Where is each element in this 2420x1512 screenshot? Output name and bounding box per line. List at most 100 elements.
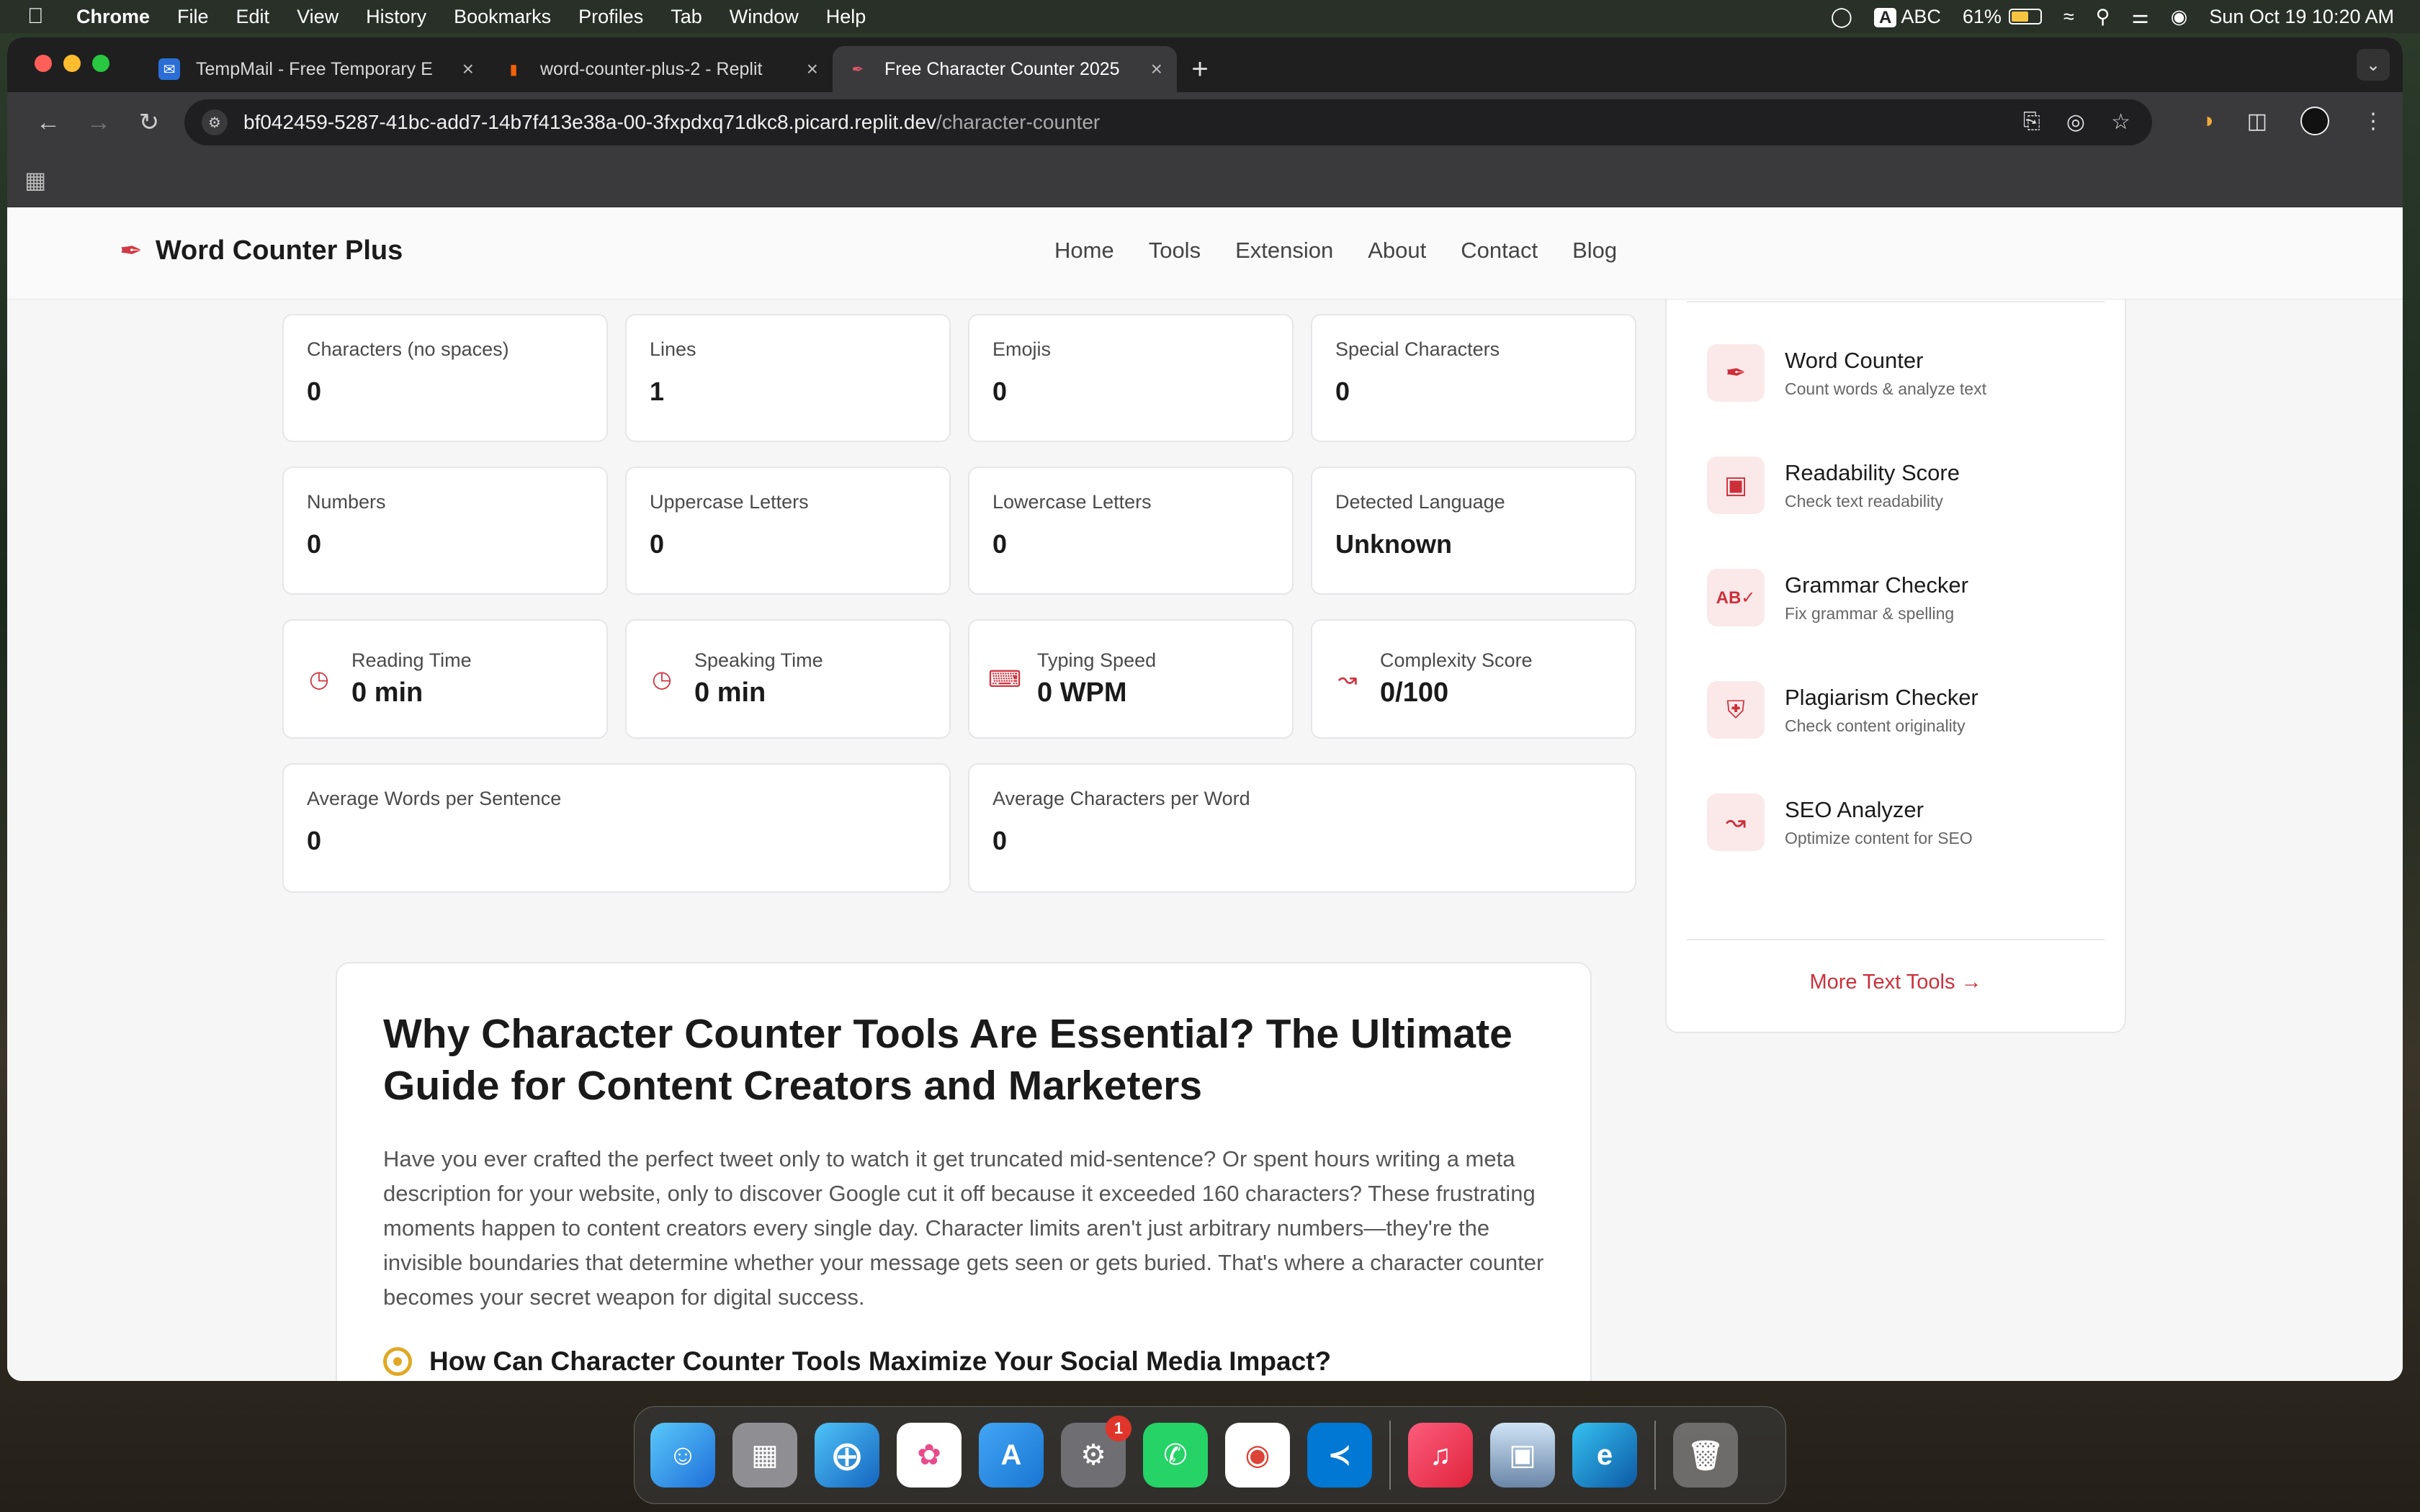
sidebar-tool-grammar-checker[interactable]: AB✓ Grammar Checker Fix grammar & spelli…: [1707, 569, 1968, 626]
back-button[interactable]: ←: [23, 109, 73, 137]
stat-value: 0: [992, 377, 1008, 406]
divider: [1687, 939, 2105, 940]
stat-card-lowercase-letters: Lowercase Letters 0: [968, 467, 1294, 595]
safari-icon[interactable]: ⨁: [815, 1423, 879, 1488]
spotlight-icon[interactable]: ⚲: [2096, 6, 2110, 28]
install-app-icon[interactable]: ⎘: [2023, 109, 2040, 135]
menu-window[interactable]: Window: [730, 6, 799, 28]
minimize-window-button[interactable]: [63, 55, 81, 72]
menu-help[interactable]: Help: [826, 6, 866, 28]
site-nav: Home Tools Extension About Contact Blog: [1054, 238, 1617, 264]
bookmark-star-icon[interactable]: ☆: [2111, 109, 2130, 135]
puzzle-icon[interactable]: ◫: [2247, 109, 2267, 134]
siri-icon[interactable]: ◉: [2171, 6, 2188, 28]
trash-icon[interactable]: 🗑: [1673, 1423, 1738, 1488]
menu-profiles[interactable]: Profiles: [578, 6, 643, 28]
notification-badge: 1: [1106, 1416, 1131, 1441]
zoom-window-button[interactable]: [92, 55, 109, 72]
address-bar[interactable]: ⚙ bf042459-5287-41bc-add7-14b7f413e38a-0…: [184, 99, 2152, 145]
whatsapp-icon[interactable]: ✆: [1143, 1423, 1208, 1488]
site-info-icon[interactable]: ⚙: [202, 109, 228, 135]
nav-contact[interactable]: Contact: [1461, 238, 1538, 264]
stat-label: Numbers: [307, 491, 386, 513]
tab-character-counter[interactable]: ✒ Free Character Counter 2025 ×: [833, 46, 1177, 92]
tool-desc: Check content originality: [1785, 716, 1966, 735]
nav-about[interactable]: About: [1368, 238, 1426, 264]
launchpad-icon[interactable]: ▦: [732, 1423, 797, 1488]
subheading-text: How Can Character Counter Tools Maximize…: [429, 1346, 1332, 1376]
tool-name: Word Counter: [1785, 347, 1924, 373]
menu-bookmarks[interactable]: Bookmarks: [454, 6, 551, 28]
macos-dock: ☺ ▦ ⨁ ✿ A ⚙ 1 ✆ ◉ ≺ ♫ ▣ e 🗑: [634, 1406, 1786, 1504]
input-source[interactable]: A ABC: [1874, 6, 1941, 28]
tab-search-button[interactable]: ⌄: [2357, 49, 2390, 81]
reload-button[interactable]: ↻: [124, 108, 174, 137]
close-window-button[interactable]: [35, 55, 52, 72]
menubar-status-area: ◯ A ABC 61% ≈ ⚲ ⚌ ◉ Sun Oct 19 10:20 AM: [1831, 0, 2394, 33]
stat-value: 0/100: [1380, 678, 1449, 708]
close-icon[interactable]: ×: [807, 58, 818, 81]
brand-name: Word Counter Plus: [155, 235, 403, 266]
finder-icon[interactable]: ☺: [650, 1423, 715, 1488]
stat-label: Detected Language: [1335, 491, 1505, 513]
nav-tools[interactable]: Tools: [1149, 238, 1201, 264]
apps-grid-icon[interactable]: ▦: [24, 166, 46, 194]
target-icon: [383, 1347, 412, 1376]
more-text-tools-link[interactable]: More Text Tools →: [1667, 971, 2125, 994]
stat-card-avg-words-per-sentence: Average Words per Sentence 0: [282, 763, 951, 893]
edge-icon[interactable]: e: [1572, 1423, 1637, 1488]
close-icon[interactable]: ×: [462, 58, 474, 81]
tab-replit[interactable]: ▮ word-counter-plus-2 - Replit ×: [488, 46, 833, 92]
stat-value: 0 min: [351, 678, 424, 708]
nav-blog[interactable]: Blog: [1572, 238, 1617, 264]
nav-extension[interactable]: Extension: [1235, 238, 1333, 264]
nav-home[interactable]: Home: [1054, 238, 1114, 264]
more-menu-icon[interactable]: ⋮: [2362, 109, 2384, 134]
window-controls: [35, 55, 109, 72]
close-icon[interactable]: ×: [1151, 58, 1162, 81]
menu-history[interactable]: History: [366, 6, 426, 28]
profile-avatar[interactable]: [2300, 107, 2329, 135]
chart-icon: ↝: [1337, 666, 1358, 692]
stat-label: Average Characters per Word: [992, 788, 1250, 809]
menu-view[interactable]: View: [297, 6, 339, 28]
photos-icon[interactable]: ✿: [897, 1423, 962, 1488]
eye-off-icon[interactable]: ◎: [2066, 109, 2085, 135]
sidebar-tool-seo-analyzer[interactable]: ↝ SEO Analyzer Optimize content for SEO: [1707, 793, 1973, 851]
replit-icon: ▮: [509, 61, 518, 78]
menu-tab[interactable]: Tab: [671, 6, 702, 28]
clock-datetime[interactable]: Sun Oct 19 10:20 AM: [2209, 6, 2394, 28]
sidebar-tool-word-counter[interactable]: ✒ Word Counter Count words & analyze tex…: [1707, 344, 1986, 402]
new-tab-button[interactable]: +: [1177, 46, 1223, 92]
url-host: bf042459-5287-41bc-add7-14b7f413e38a-00-…: [243, 111, 937, 133]
music-icon[interactable]: ♫: [1408, 1423, 1473, 1488]
menu-app-name[interactable]: Chrome: [76, 6, 150, 28]
preview-icon[interactable]: ▣: [1490, 1423, 1555, 1488]
extension-icon[interactable]: ◑: [2201, 109, 2214, 133]
sidebar-tool-readability-score[interactable]: ▣ Readability Score Check text readabili…: [1707, 456, 1960, 514]
stat-label: Reading Time: [351, 649, 472, 671]
vscode-icon[interactable]: ≺: [1307, 1423, 1372, 1488]
spellcheck-icon: AB✓: [1707, 569, 1765, 626]
wifi-icon[interactable]: ≈: [2063, 6, 2074, 28]
stat-value: 0 WPM: [1037, 678, 1127, 708]
tool-desc: Count words & analyze text: [1785, 379, 1986, 398]
tool-name: Plagiarism Checker: [1785, 684, 1978, 710]
menu-file[interactable]: File: [177, 6, 209, 28]
address-bar-actions: ⎘ ◎ ☆: [2023, 109, 2130, 135]
apple-menu-icon[interactable]: : [27, 4, 56, 29]
forward-button[interactable]: →: [73, 109, 124, 137]
system-settings-icon[interactable]: ⚙ 1: [1061, 1416, 1131, 1488]
app-store-icon[interactable]: A: [979, 1423, 1044, 1488]
tab-tempmail[interactable]: ✉ TempMail - Free Temporary E ×: [144, 46, 488, 92]
menu-edit[interactable]: Edit: [236, 6, 270, 28]
site-brand[interactable]: ✒ Word Counter Plus: [120, 235, 403, 267]
pen-icon: ✒: [1707, 344, 1765, 402]
sidebar-tool-plagiarism-checker[interactable]: ⛨ Plagiarism Checker Check content origi…: [1707, 681, 1978, 739]
control-center-icon[interactable]: ⚌: [2132, 6, 2149, 28]
page-viewport: ✒ Word Counter Plus Home Tools Extension…: [7, 207, 2403, 1381]
chrome-icon[interactable]: ◉: [1225, 1423, 1290, 1488]
dock-separator: [1389, 1421, 1391, 1490]
accessibility-icon[interactable]: ◯: [1831, 6, 1852, 28]
battery-status[interactable]: 61%: [1963, 6, 2042, 28]
